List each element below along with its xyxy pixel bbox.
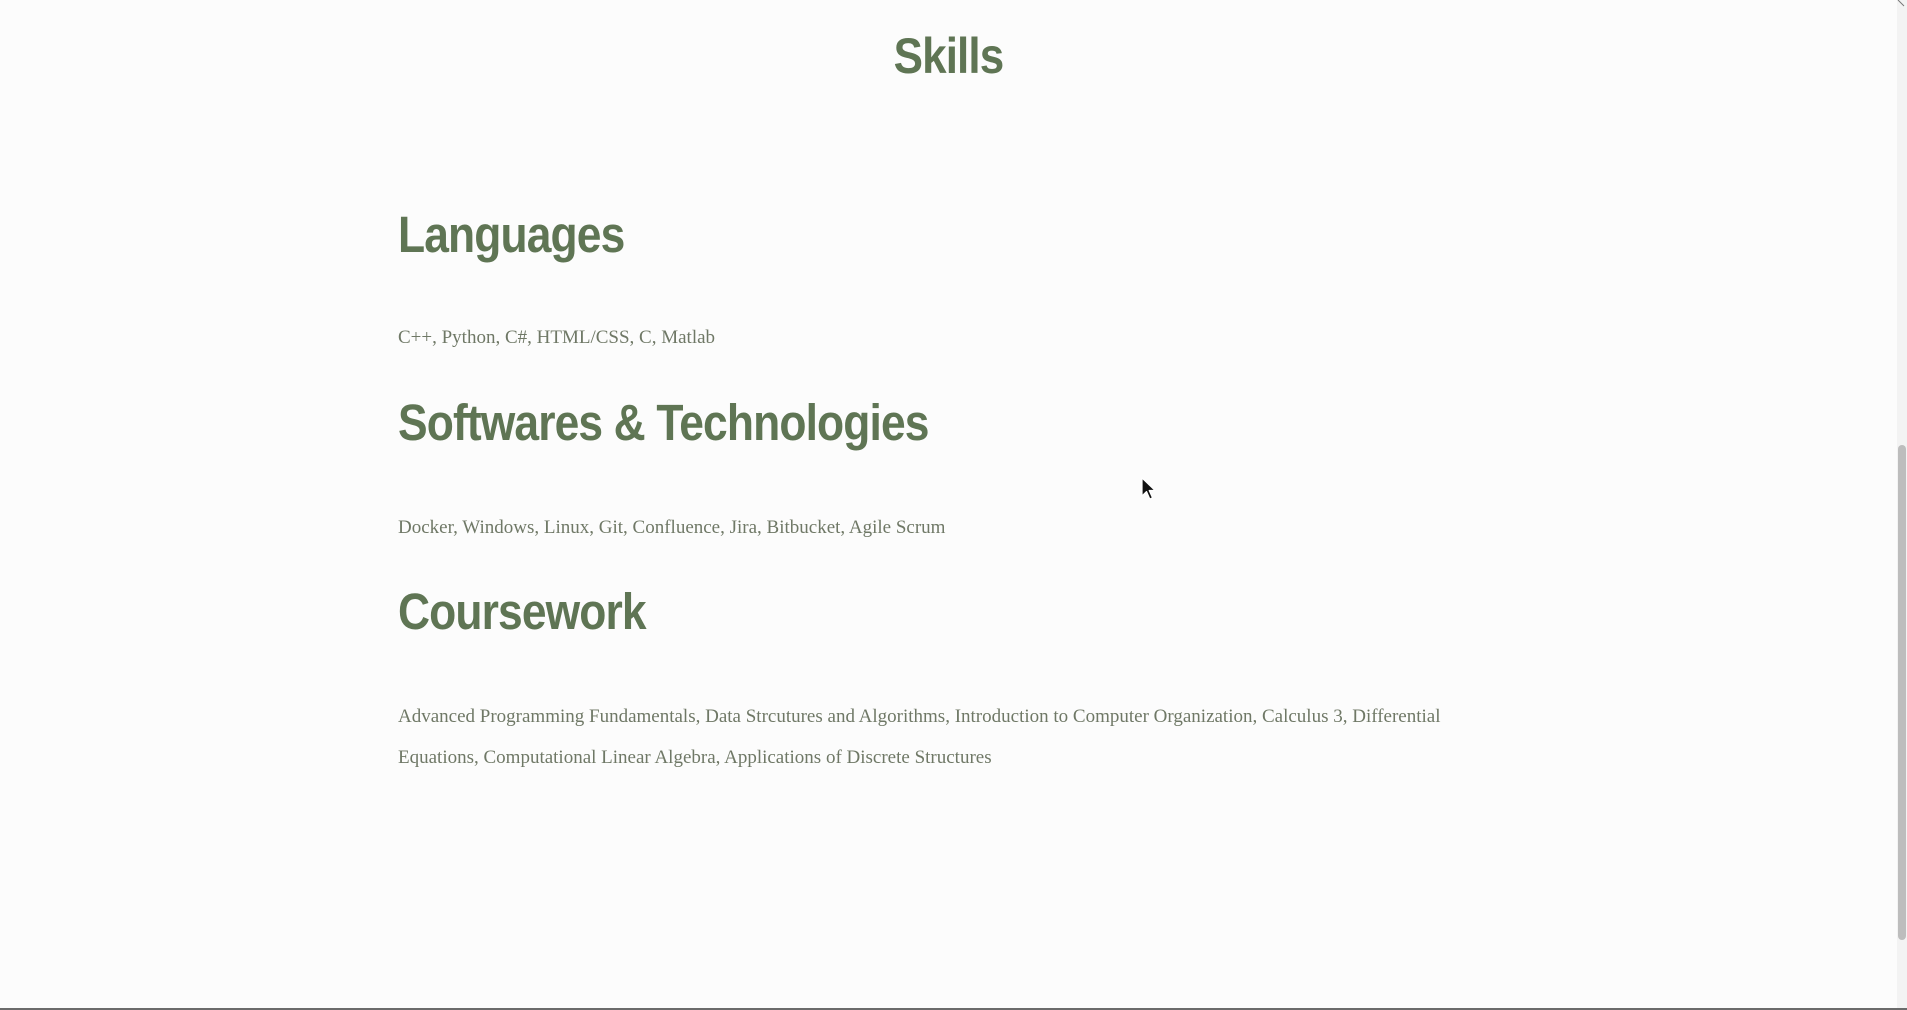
coursework-heading: Coursework [398, 583, 647, 640]
languages-text: C++, Python, C#, HTML/CSS, C, Matlab [398, 327, 716, 348]
page-scrollbar[interactable] [1897, 0, 1907, 1010]
page-title: Skills [893, 28, 1005, 84]
corner-mark-icon [1897, 0, 1905, 7]
languages-heading: Languages [398, 206, 625, 263]
mouse-pointer-icon [1141, 477, 1156, 500]
coursework-text: Advanced Programming Fundamentals, Data … [398, 706, 1441, 768]
scrollbar-thumb[interactable] [1898, 445, 1906, 940]
softwares-text: Docker, Windows, Linux, Git, Confluence,… [398, 517, 946, 538]
softwares-heading: Softwares & Technologies [398, 394, 929, 451]
